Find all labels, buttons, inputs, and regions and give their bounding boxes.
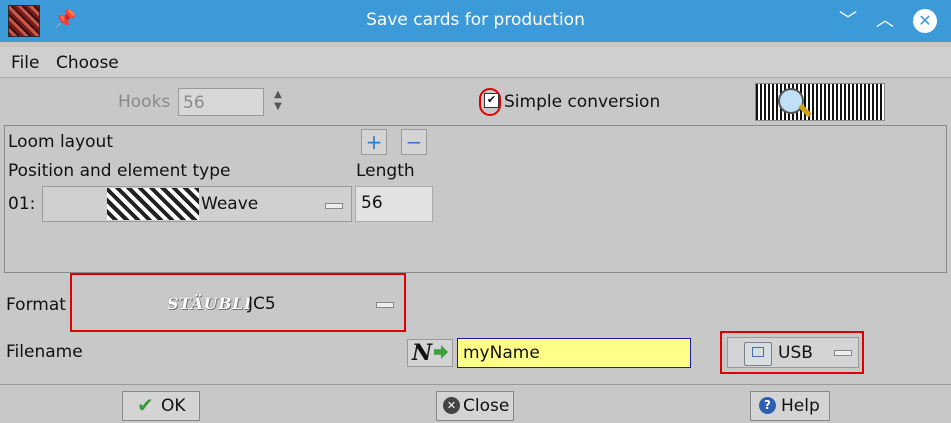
- menu-bar: File Choose: [0, 47, 951, 78]
- format-value: JC5: [248, 294, 276, 314]
- preview-button[interactable]: [755, 83, 885, 121]
- minus-icon: −: [405, 130, 423, 154]
- spin-down-icon[interactable]: ▼: [271, 101, 285, 113]
- length-input[interactable]: 56: [355, 186, 433, 222]
- format-select[interactable]: STÄUBLI JC5: [70, 273, 406, 332]
- close-button[interactable]: ✕ Close: [436, 391, 514, 421]
- simple-conversion-checkbox[interactable]: ✔: [484, 93, 499, 108]
- weave-pattern-icon: [107, 188, 199, 220]
- plus-icon: +: [365, 130, 383, 154]
- options-row: Hooks 56 ▲ ▼ ✔ Simple conversion: [0, 80, 951, 124]
- position-column-header: Position and element type: [8, 161, 231, 181]
- n-icon: N: [412, 340, 433, 366]
- divider: [0, 384, 951, 385]
- simple-conversion-label: Simple conversion: [504, 92, 661, 112]
- menu-file[interactable]: File: [11, 53, 39, 73]
- arrow-right-icon: [434, 345, 448, 359]
- element-type-value: Weave: [201, 194, 259, 214]
- maximize-icon[interactable]: ︿: [873, 9, 897, 33]
- filename-label: Filename: [6, 342, 83, 362]
- filename-input[interactable]: myName: [457, 338, 691, 368]
- usb-drive-icon: [744, 342, 772, 366]
- row-index: 01:: [8, 194, 36, 214]
- target-select[interactable]: USB: [727, 337, 859, 368]
- element-type-select[interactable]: Weave: [42, 186, 352, 222]
- help-icon: ?: [759, 397, 776, 414]
- remove-element-button[interactable]: −: [401, 129, 427, 155]
- add-element-button[interactable]: +: [361, 129, 387, 155]
- staubli-logo: STÄUBLI: [167, 294, 252, 313]
- dropdown-indicator-icon: [325, 203, 343, 209]
- magnifier-handle: [798, 103, 812, 118]
- hooks-input[interactable]: 56: [178, 88, 264, 116]
- ok-button[interactable]: ✔ OK: [122, 391, 200, 421]
- loom-layout-title: Loom layout: [8, 132, 113, 152]
- usb-plug: [752, 347, 764, 357]
- target-value: USB: [778, 343, 813, 363]
- generate-name-button[interactable]: N: [407, 339, 453, 367]
- target-highlight: USB: [720, 331, 864, 374]
- length-column-header: Length: [356, 161, 415, 181]
- hooks-spinner[interactable]: ▲ ▼: [271, 89, 285, 115]
- help-button[interactable]: ? Help: [750, 391, 830, 421]
- help-label: Help: [781, 396, 820, 416]
- close-label: Close: [463, 396, 510, 416]
- dropdown-indicator-icon: [376, 302, 394, 308]
- dropdown-indicator-icon: [834, 350, 852, 356]
- close-window-icon[interactable]: ✕: [913, 9, 937, 33]
- title-bar: 📌 Save cards for production ﹀ ︿ ✕: [0, 0, 951, 42]
- window-title: Save cards for production: [366, 10, 585, 30]
- hooks-label: Hooks: [118, 92, 171, 112]
- format-label: Format: [6, 295, 66, 315]
- close-icon: ✕: [443, 397, 460, 414]
- checkmark-icon: ✔: [137, 393, 154, 417]
- ok-label: OK: [161, 396, 186, 416]
- menu-choose[interactable]: Choose: [56, 53, 119, 73]
- minimize-icon[interactable]: ﹀: [836, 9, 860, 33]
- spin-up-icon[interactable]: ▲: [271, 89, 285, 101]
